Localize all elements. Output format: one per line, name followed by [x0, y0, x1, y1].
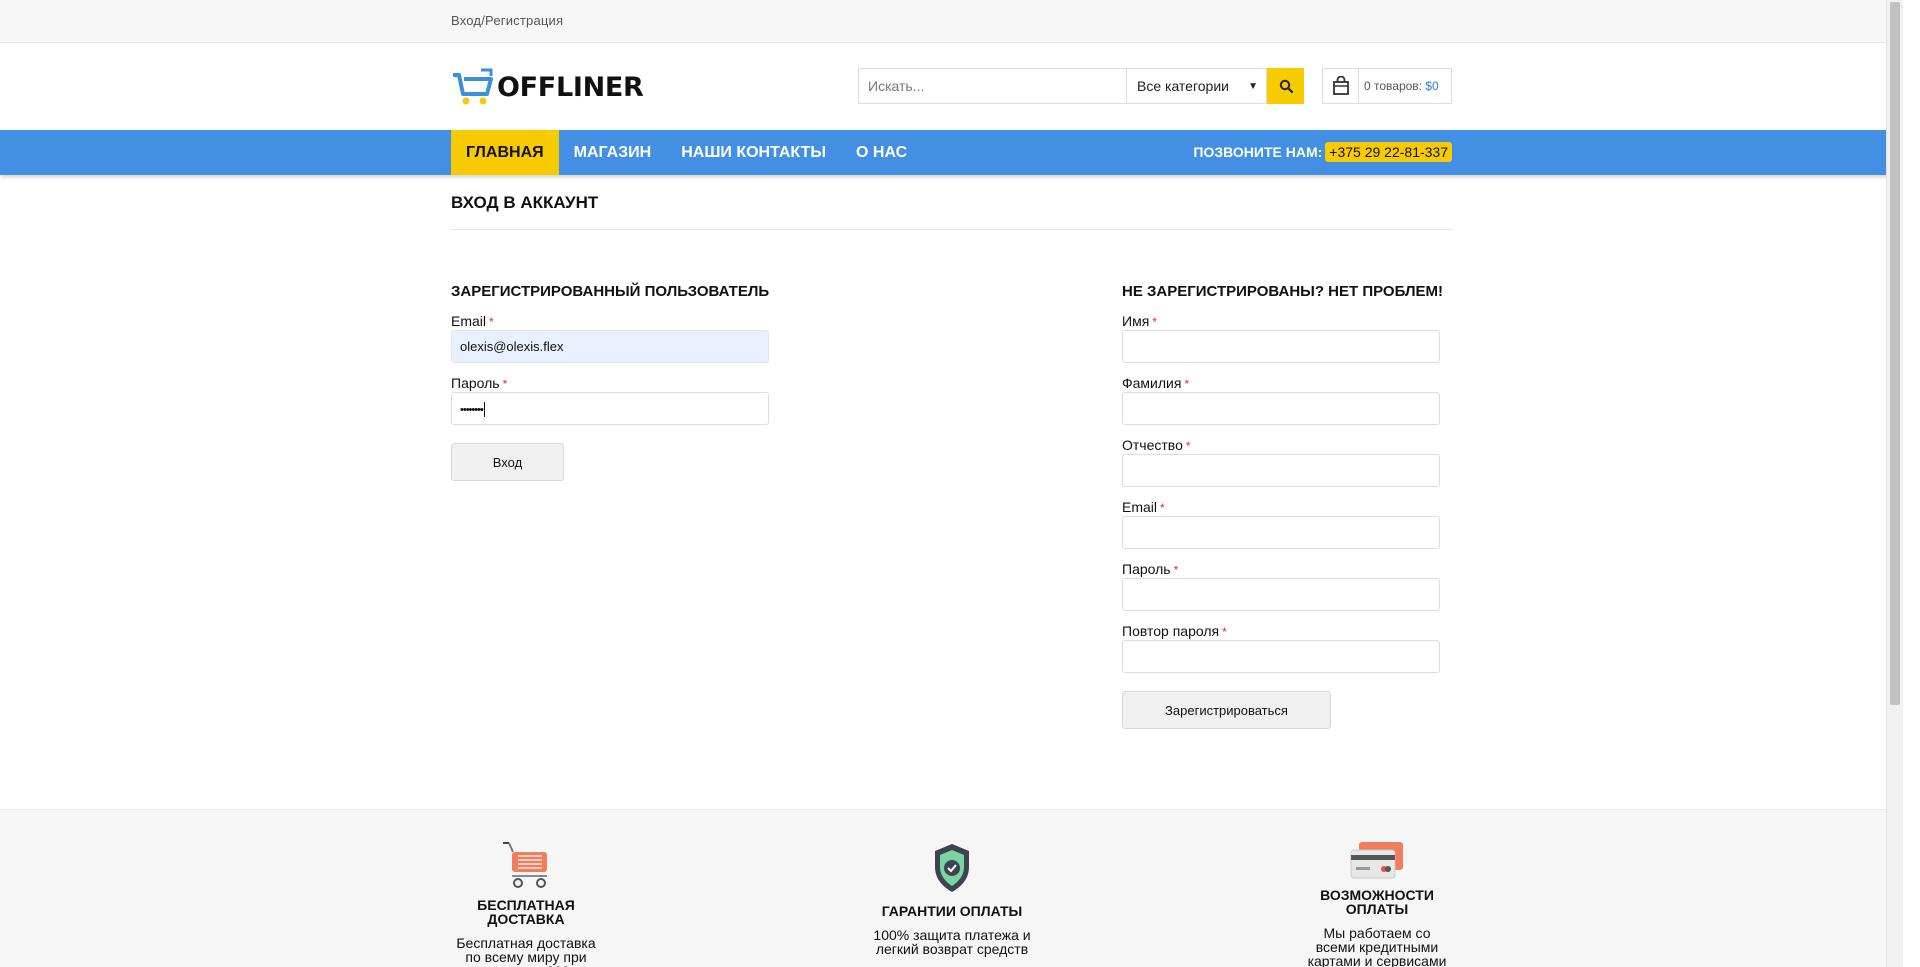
register-last-name-label-text: Фамилия: [1122, 375, 1182, 391]
logo[interactable]: OFFLINER: [451, 68, 644, 106]
divider: [451, 229, 1452, 230]
feature-text: 100% защита платежа и легкий возврат сре…: [873, 927, 1031, 957]
register-first-name-label-text: Имя: [1122, 313, 1150, 329]
feature-text: Бесплатная доставка по всему миру при за…: [456, 935, 596, 967]
register-button[interactable]: Зарегистрироваться: [1122, 691, 1331, 729]
phone-number[interactable]: +375 29 22-81-337: [1325, 142, 1452, 162]
page-scrollbar[interactable]: [1886, 0, 1903, 967]
login-password-label: Пароль *: [451, 375, 507, 391]
register-password-repeat-input[interactable]: [1122, 640, 1440, 673]
required-mark: *: [1184, 377, 1190, 391]
login-button[interactable]: Вход: [451, 443, 564, 481]
page: Вход/Регистрация OFFLINER Все категории …: [0, 0, 1903, 967]
login-password-input[interactable]: ••••••••: [451, 392, 769, 425]
login-email-input[interactable]: olexis@olexis.flex: [451, 330, 769, 363]
feature-title: ГАРАНТИИ ОПЛАТЫ: [881, 903, 1023, 919]
register-middle-name-label-text: Отчество: [1122, 437, 1183, 453]
register-password-repeat-label-text: Повтор пароля: [1122, 623, 1220, 639]
required-mark: *: [1222, 625, 1227, 639]
login-password-label-text: Пароль: [451, 375, 500, 391]
login-section-title: ЗАРЕГИСТРИРОВАННЫЙ ПОЛЬЗОВАТЕЛЬ: [451, 283, 770, 300]
cart-summary: 0 товаров: $0: [1359, 79, 1439, 93]
feature-free-delivery: БЕСПЛАТНАЯ ДОСТАВКА Бесплатная доставка …: [451, 840, 601, 967]
top-bar: Вход/Регистрация: [0, 0, 1903, 43]
call-us: ПОЗВОНИТЕ НАМ: +375 29 22-81-337: [1193, 142, 1452, 162]
call-us-label: ПОЗВОНИТЕ НАМ:: [1193, 144, 1323, 160]
feature-title: ВОЗМОЖНОСТИ ОПЛАТЫ: [1320, 887, 1434, 917]
register-section-title: НЕ ЗАРЕГИСТРИРОВАНЫ? НЕТ ПРОБЛЕМ!: [1122, 283, 1444, 300]
register-first-name-input[interactable]: [1122, 330, 1440, 363]
features-strip: БЕСПЛАТНАЯ ДОСТАВКА Бесплатная доставка …: [0, 809, 1903, 967]
register-middle-name-input[interactable]: [1122, 454, 1440, 487]
register-last-name-label: Фамилия *: [1122, 375, 1189, 391]
cart-total: $0: [1425, 79, 1439, 93]
header: OFFLINER Все категории ▼: [0, 43, 1903, 130]
required-mark: *: [1160, 501, 1165, 515]
cart-widget[interactable]: 0 товаров: $0: [1322, 68, 1452, 104]
shield-check-icon: [935, 844, 969, 892]
delivery-cart-icon: [503, 842, 547, 888]
login-email-label: Email *: [451, 313, 494, 329]
required-mark: *: [1173, 563, 1179, 577]
required-mark: *: [1152, 315, 1157, 329]
login-password-value: ••••••••: [460, 404, 484, 416]
register-password-repeat-label: Повтор пароля *: [1122, 623, 1227, 639]
register-middle-name-label: Отчество *: [1122, 437, 1191, 453]
nav-item-contacts[interactable]: НАШИ КОНТАКТЫ: [666, 130, 841, 175]
nav-item-about[interactable]: О НАС: [841, 130, 922, 175]
feature-text: Мы работаем со всеми кредитными картами …: [1307, 925, 1447, 967]
nav-item-shop[interactable]: МАГАЗИН: [559, 130, 667, 175]
register-first-name-label: Имя *: [1122, 313, 1157, 329]
feature-title: БЕСПЛАТНАЯ ДОСТАВКА: [477, 897, 575, 927]
page-title: ВХОД В АККАУНТ: [451, 193, 599, 212]
search-bar: Все категории ▼: [858, 68, 1304, 104]
logo-text: OFFLINER: [497, 71, 644, 103]
required-mark: *: [1185, 439, 1191, 453]
dropdown-caret-icon: ▼: [1248, 80, 1258, 92]
text-caret: [483, 402, 485, 418]
shopping-bag-icon: [1323, 69, 1359, 103]
search-button[interactable]: [1267, 68, 1304, 104]
feature-payment-options: ВОЗМОЖНОСТИ ОПЛАТЫ Мы работаем со всеми …: [1302, 840, 1452, 967]
register-password-label: Пароль *: [1122, 561, 1178, 577]
search-input[interactable]: [858, 68, 1126, 104]
main-nav: ГЛАВНАЯ МАГАЗИН НАШИ КОНТАКТЫ О НАС ПОЗВ…: [0, 130, 1903, 175]
login-email-label-text: Email: [451, 313, 487, 329]
register-password-input[interactable]: [1122, 578, 1440, 611]
category-select[interactable]: Все категории ▼: [1126, 68, 1267, 104]
required-mark: *: [489, 315, 494, 329]
nav-item-home[interactable]: ГЛАВНАЯ: [451, 130, 559, 175]
cart-items-count: 0 товаров:: [1364, 79, 1423, 93]
scrollbar-thumb[interactable]: [1890, 2, 1900, 705]
required-mark: *: [502, 377, 508, 391]
register-last-name-input[interactable]: [1122, 392, 1440, 425]
login-register-link[interactable]: Вход/Регистрация: [451, 13, 563, 28]
register-email-label: Email *: [1122, 499, 1165, 515]
credit-card-icon: [1350, 842, 1403, 879]
search-icon: [1279, 79, 1293, 93]
feature-payment-guarantee: ГАРАНТИИ ОПЛАТЫ 100% защита платежа и ле…: [872, 842, 1032, 956]
register-email-label-text: Email: [1122, 499, 1158, 515]
category-select-value: Все категории: [1137, 78, 1229, 94]
register-password-label-text: Пароль: [1122, 561, 1171, 577]
logo-cart-icon: [453, 68, 493, 105]
register-email-input[interactable]: [1122, 516, 1440, 549]
